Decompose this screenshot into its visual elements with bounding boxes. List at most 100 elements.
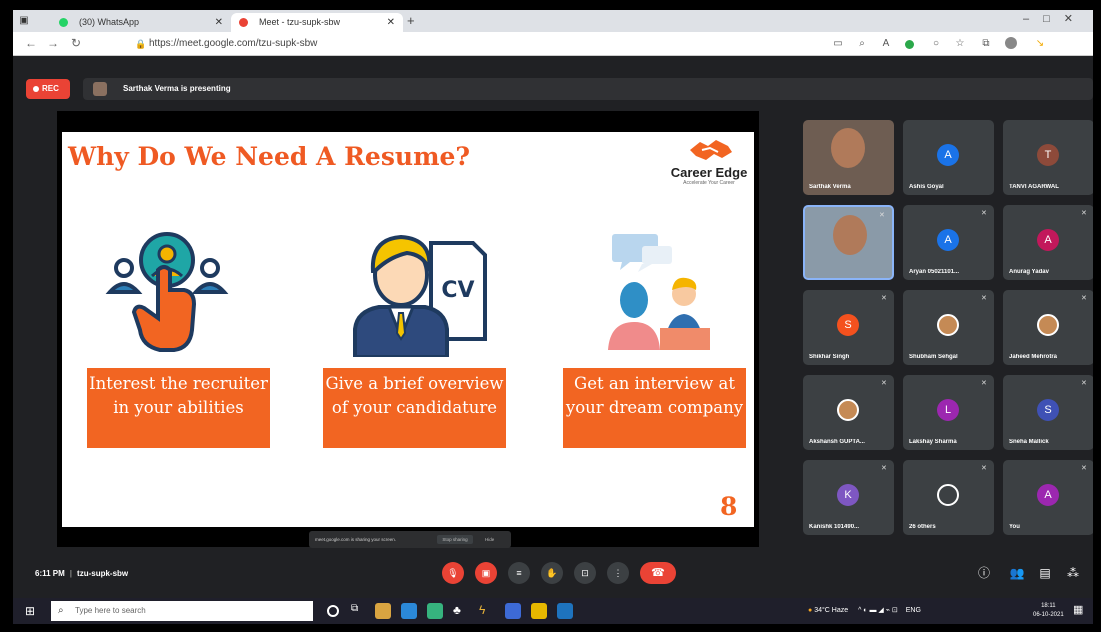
read-aloud-icon[interactable]: A: [879, 37, 893, 51]
presenter-avatar: [93, 82, 107, 96]
reload-icon[interactable]: ↻: [71, 36, 81, 50]
participant-tile[interactable]: ✕ Shubham Sehgal: [903, 290, 994, 365]
present-button[interactable]: ⊡: [574, 562, 596, 584]
forward-icon[interactable]: →: [47, 36, 59, 50]
edge-icon[interactable]: [401, 603, 417, 619]
participant-tile[interactable]: A Ashis Goyal: [903, 120, 994, 195]
weather-text: 34°C Haze: [814, 607, 849, 614]
weather-icon: ●: [808, 607, 813, 614]
mic-muted-icon: ✕: [1081, 465, 1087, 472]
camera-off-button[interactable]: ▣: [475, 562, 497, 584]
cv-label: CV: [441, 278, 474, 303]
minimize-icon[interactable]: –: [1023, 13, 1043, 25]
participant-avatar: [1037, 314, 1059, 336]
chat-icon[interactable]: ▤: [1037, 565, 1053, 581]
participant-avatar: [937, 484, 959, 506]
participant-video: [831, 128, 865, 168]
hide-button[interactable]: Hide: [485, 531, 494, 548]
extension-icon[interactable]: [905, 40, 914, 49]
participant-name: Aryan 05021101...: [909, 269, 960, 275]
mic-muted-icon: ✕: [1081, 210, 1087, 217]
people-icon[interactable]: 👥: [1009, 565, 1025, 581]
stop-sharing-button[interactable]: Stop sharing: [437, 535, 473, 544]
refresh-icon[interactable]: ○: [929, 37, 943, 51]
zoom-icon[interactable]: ⌕: [855, 37, 869, 51]
url-field[interactable]: 🔒 https://meet.google.com/tzu-supk-sbw: [133, 35, 813, 53]
more-options-button[interactable]: ⋮: [607, 562, 629, 584]
screen-share-notice: meet.google.com is sharing your screen. …: [309, 531, 511, 548]
powerpoint-icon[interactable]: [531, 603, 547, 619]
mic-muted-icon: ✕: [879, 212, 885, 219]
rec-badge: REC: [26, 79, 70, 99]
meeting-info: 6:11 PM | tzu-supk-sbw: [35, 569, 129, 578]
participant-tile[interactable]: A ✕ Aryan 05021101...: [903, 205, 994, 280]
participant-tile[interactable]: ✕: [803, 205, 894, 280]
explorer-icon[interactable]: [375, 603, 391, 619]
participant-tile[interactable]: Sarthak Verma: [803, 120, 894, 195]
participant-tile[interactable]: A ✕ You: [1003, 460, 1093, 535]
participant-tile[interactable]: K ✕ Kanishk 101490...: [803, 460, 894, 535]
close-tab-icon[interactable]: ✕: [387, 13, 395, 32]
cortana-icon[interactable]: [327, 605, 339, 617]
tray-icons[interactable]: ^ ◐ ▬ ◢ ⌁ ⊡: [858, 607, 898, 614]
notification-icon[interactable]: ▦: [1073, 603, 1089, 619]
participant-name: Shubham Sehgal: [909, 354, 958, 360]
captions-button[interactable]: ≡: [508, 562, 530, 584]
taskbar-search[interactable]: ⌕ Type here to search: [51, 601, 313, 621]
participant-initial: L: [937, 399, 959, 421]
participant-tile[interactable]: ✕ 26 others: [903, 460, 994, 535]
app-icon[interactable]: [427, 603, 443, 619]
participant-tile[interactable]: S ✕ Shikhar Singh: [803, 290, 894, 365]
whatsapp-icon: [59, 18, 68, 27]
more-icon[interactable]: ↘: [1033, 37, 1047, 51]
participant-tile[interactable]: ✕ Jaheed Mehrotra: [1003, 290, 1093, 365]
store-icon[interactable]: [505, 603, 521, 619]
windows-start-icon[interactable]: ⊞: [25, 604, 39, 618]
participant-name: Ashis Goyal: [909, 184, 944, 190]
recruiter-icon: [105, 232, 229, 352]
tab-whatsapp[interactable]: (30) WhatsApp ✕: [51, 13, 231, 32]
raise-hand-button[interactable]: ✋: [541, 562, 563, 584]
participant-tile[interactable]: A ✕ Anurag Yadav: [1003, 205, 1093, 280]
new-tab-button[interactable]: +: [407, 13, 415, 28]
taskbar-clock[interactable]: 18:11 06-10-2021: [1033, 602, 1064, 620]
flash-icon[interactable]: ϟ: [479, 603, 495, 619]
participant-name: Sarthak Verma: [809, 184, 851, 190]
rec-label: REC: [42, 84, 59, 93]
tab-meet[interactable]: Meet - tzu-supk-sbw ✕: [231, 13, 403, 32]
collections-icon[interactable]: ⧉: [979, 37, 993, 51]
participant-initial: A: [1037, 229, 1059, 251]
teams-icon[interactable]: ♣: [453, 603, 469, 619]
participant-name: 26 others: [909, 524, 936, 530]
logo-tagline: Accelerate Your Career: [683, 180, 735, 186]
camera-in-use-icon[interactable]: ▭: [831, 37, 845, 51]
leave-call-button[interactable]: ☎: [640, 562, 676, 584]
meeting-details-icon[interactable]: ⓘ: [976, 565, 992, 581]
close-window-icon[interactable]: ✕: [1064, 13, 1087, 25]
participant-initial: K: [837, 484, 859, 506]
favorites-icon[interactable]: ☆: [953, 37, 967, 51]
activities-icon[interactable]: ⁂: [1065, 565, 1081, 581]
language[interactable]: ENG: [906, 607, 921, 614]
profile-icon[interactable]: [1005, 37, 1017, 49]
participant-tile[interactable]: T TANVI AGARWAL: [1003, 120, 1093, 195]
participant-name: Akshansh GUPTA...: [809, 439, 865, 445]
participant-name: Shikhar Singh: [809, 354, 850, 360]
maximize-icon[interactable]: □: [1043, 13, 1064, 25]
mic-muted-icon: ✕: [881, 465, 887, 472]
task-view-icon[interactable]: ⧉: [351, 603, 367, 619]
participant-tile[interactable]: L ✕ Lakshay Sharma: [903, 375, 994, 450]
cv-person-icon: CV: [353, 234, 487, 357]
browser-tab-bar: ▣ (30) WhatsApp ✕ Meet - tzu-supk-sbw ✕ …: [13, 10, 1093, 32]
mic-off-button[interactable]: 🎙: [442, 562, 464, 584]
window-menu-icon[interactable]: ▣: [17, 14, 31, 28]
participant-video: [833, 215, 867, 255]
participant-tile[interactable]: ✕ Akshansh GUPTA...: [803, 375, 894, 450]
participant-initial: S: [837, 314, 859, 336]
close-tab-icon[interactable]: ✕: [215, 13, 223, 32]
back-icon[interactable]: ←: [25, 36, 37, 50]
presenter-text: Sarthak Verma is presenting: [123, 84, 231, 93]
tab-label: Meet - tzu-supk-sbw: [259, 17, 341, 27]
participant-tile[interactable]: S ✕ Sneha Mallick: [1003, 375, 1093, 450]
mail-icon[interactable]: [557, 603, 573, 619]
